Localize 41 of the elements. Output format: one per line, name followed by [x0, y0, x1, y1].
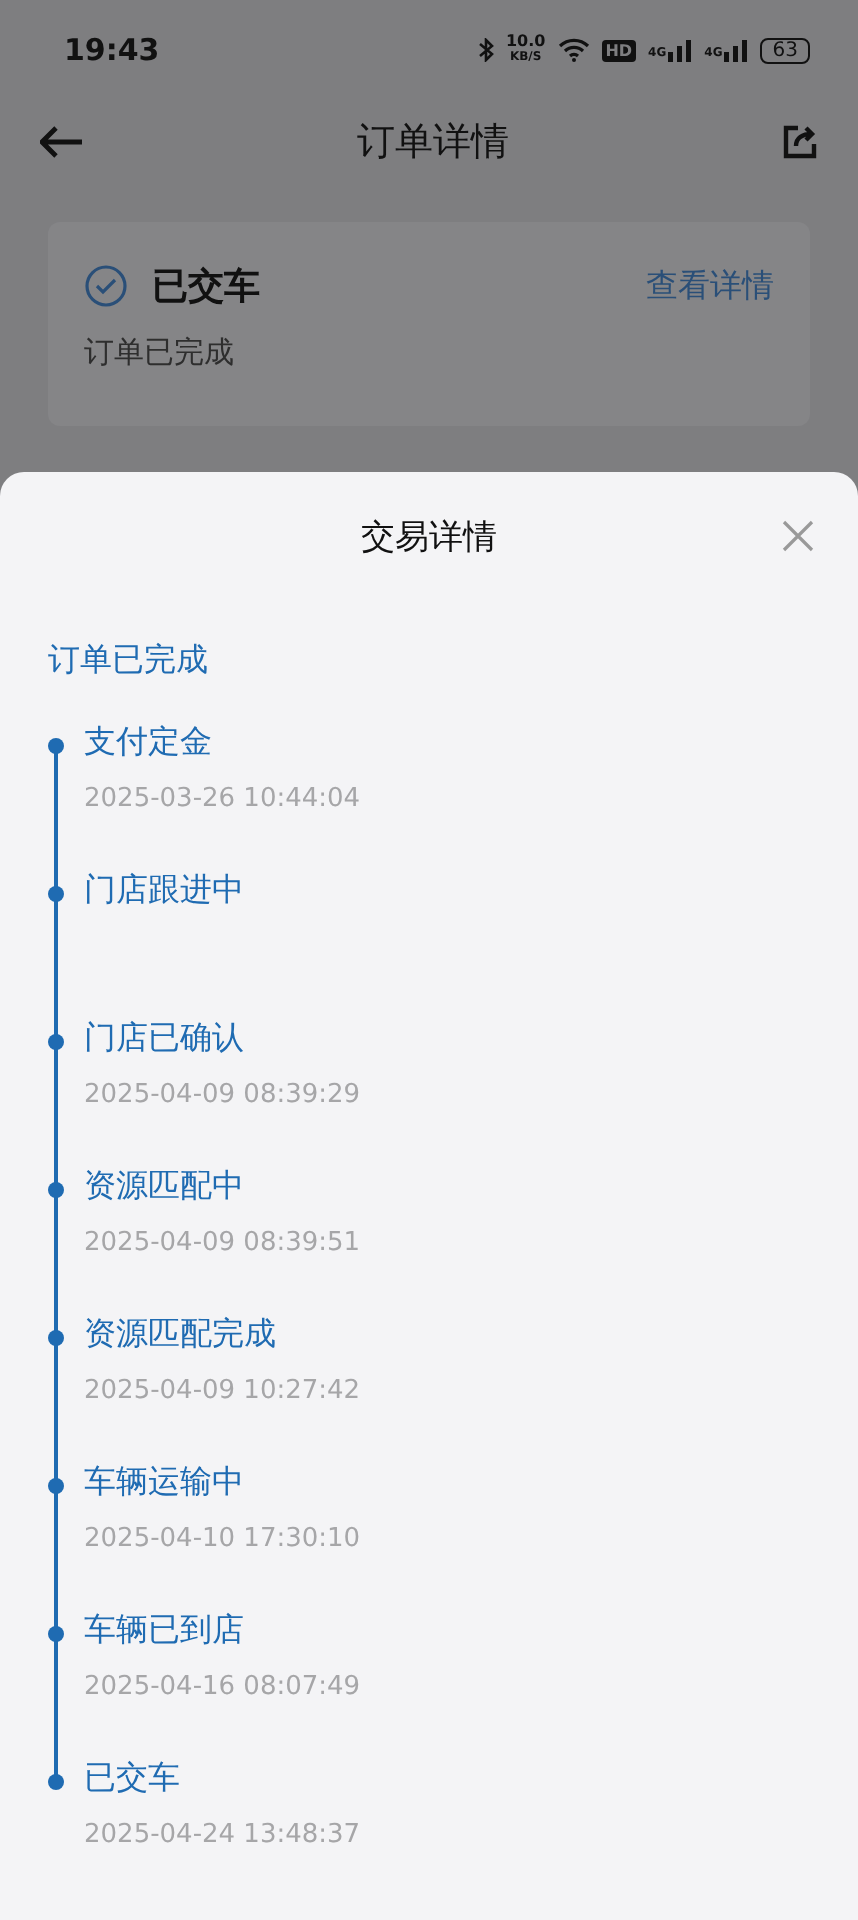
order-subtitle: 订单已完成 — [84, 334, 236, 372]
step-title: 车辆运输中 — [84, 1462, 244, 1504]
check-circle-icon — [84, 264, 128, 308]
page-title: 订单详情 — [357, 118, 509, 168]
order-status: 已交车 — [152, 264, 262, 310]
step-time: 2025-04-09 08:39:29 — [84, 1080, 361, 1110]
view-details-link[interactable]: 查看详情 — [646, 265, 774, 307]
timeline-dot — [48, 1034, 64, 1050]
step-time: 2025-04-09 10:27:42 — [84, 1376, 361, 1406]
timeline-dot — [48, 1626, 64, 1642]
timeline-dot — [48, 1330, 64, 1346]
step-time: 2025-03-26 10:44:04 — [84, 784, 361, 814]
step-title: 门店已确认 — [84, 1018, 244, 1060]
step-title: 已交车 — [84, 1758, 180, 1800]
step-time: 2025-04-24 13:48:37 — [84, 1820, 361, 1850]
step-title: 支付定金 — [84, 722, 212, 764]
signal-icon — [724, 39, 749, 61]
bluetooth-icon — [477, 38, 494, 62]
order-summary: 订单已完成 — [48, 640, 208, 682]
step-title: 资源匹配中 — [84, 1166, 244, 1208]
wifi-icon — [557, 38, 590, 62]
sheet-title: 交易详情 — [361, 515, 497, 559]
step-title: 资源匹配完成 — [84, 1314, 276, 1356]
hd-badge: HD — [601, 39, 637, 61]
step-time: 2025-04-10 17:30:10 — [84, 1524, 361, 1554]
step-title: 门店跟进中 — [84, 870, 244, 912]
timeline-dot — [48, 1478, 64, 1494]
step-title: 车辆已到店 — [84, 1610, 244, 1652]
network-speed: 10.0 — [505, 34, 546, 50]
step-time: 2025-04-09 08:39:51 — [84, 1228, 361, 1258]
timeline-dot — [48, 1774, 64, 1790]
share-icon[interactable] — [782, 124, 818, 160]
status-time: 19:43 — [64, 32, 162, 68]
timeline-dot — [48, 886, 64, 902]
back-icon[interactable] — [40, 126, 84, 158]
timeline-dot — [48, 1182, 64, 1198]
signal-icon — [668, 39, 693, 61]
close-button[interactable] — [778, 516, 818, 556]
battery-level: 63 — [760, 37, 810, 63]
step-time: 2025-04-16 08:07:49 — [84, 1672, 361, 1702]
timeline-dot — [48, 738, 64, 754]
